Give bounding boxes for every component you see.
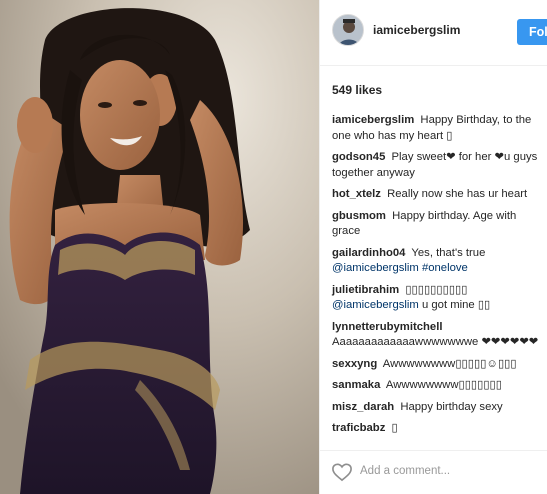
- comment-text: Really now she has ur heart: [387, 188, 528, 200]
- post-author-username[interactable]: iamicebergslim: [373, 23, 460, 37]
- comment-item: sanmaka Awwwwwwww▯▯▯▯▯▯▯: [332, 378, 546, 394]
- comment-composer: Add a comment...: [320, 450, 547, 494]
- comment-username[interactable]: traficbabz: [332, 422, 385, 434]
- add-comment-input[interactable]: Add a comment...: [360, 465, 450, 477]
- post-header: iamicebergslim Follow: [320, 0, 547, 66]
- comment-item: lynnetterubymitchell Aaaaaaaaaaaaawwwwww…: [332, 320, 546, 351]
- comment-username[interactable]: godson45: [332, 151, 385, 163]
- comment-username[interactable]: julietibrahim: [332, 284, 399, 296]
- comment-username[interactable]: iamicebergslim: [332, 114, 414, 126]
- comment-text: Yes, that's true: [411, 246, 486, 259]
- comment-username[interactable]: gbusmom: [332, 210, 386, 222]
- comment-username[interactable]: gailardinho04: [332, 247, 405, 259]
- comment-username[interactable]: sanmaka: [332, 379, 380, 391]
- comment-text: ▯: [391, 422, 398, 434]
- comment-text: Awwwwwwww▯▯▯▯▯▯▯: [385, 379, 502, 391]
- comment-username[interactable]: misz_darah: [332, 401, 394, 413]
- comment-username[interactable]: sexxyng: [332, 358, 377, 370]
- avatar-image: [333, 15, 363, 45]
- comment-item: godson45 Play sweet❤ for her ❤u guys tog…: [332, 150, 546, 181]
- comment-text: ▯▯▯▯▯▯▯▯▯▯: [405, 283, 468, 296]
- comment-item: sexxyng Awwwwwwww▯▯▯▯▯☺▯▯▯: [332, 357, 546, 373]
- comment-item: misz_darah Happy birthday sexy: [332, 400, 546, 416]
- heart-outline-icon: [332, 463, 352, 482]
- photo-image: [0, 0, 319, 494]
- comment-item: gailardinho04 Yes, that's true @iamicebe…: [332, 246, 546, 277]
- comment-mention-link[interactable]: @iamicebergslim #onelove: [332, 262, 468, 274]
- follow-button[interactable]: Follow: [517, 19, 547, 45]
- comments-list: iamicebergslim Happy Birthday, to the on…: [332, 113, 546, 443]
- comment-item: gbusmom Happy birthday. Age with grace: [332, 209, 546, 240]
- comment-item: iamicebergslim Happy Birthday, to the on…: [332, 113, 546, 144]
- comment-item: julietibrahim ▯▯▯▯▯▯▯▯▯▯ @iamicebergslim…: [332, 283, 546, 314]
- comment-item: hot_xtelz Really now she has ur heart: [332, 187, 546, 203]
- profile-avatar[interactable]: [332, 14, 364, 46]
- comment-item: traficbabz ▯: [332, 421, 546, 437]
- like-button[interactable]: [331, 462, 353, 482]
- comment-username[interactable]: hot_xtelz: [332, 188, 381, 200]
- comment-text: Awwwwwwww▯▯▯▯▯☺▯▯▯: [382, 357, 517, 370]
- comment-text-continued: u got mine ▯▯: [421, 299, 491, 311]
- post-sidebar: iamicebergslim Follow 549 likes iamicebe…: [319, 0, 547, 494]
- comment-text: Happy birthday sexy: [400, 400, 503, 413]
- post-photo[interactable]: [0, 0, 319, 494]
- comment-text: Aaaaaaaaaaaaawwwwwwwe ❤❤❤❤❤❤: [332, 336, 539, 348]
- likes-count[interactable]: 549 likes: [332, 83, 382, 97]
- comment-username[interactable]: lynnetterubymitchell: [332, 321, 442, 333]
- comment-mention-link[interactable]: @iamicebergslim: [332, 299, 419, 311]
